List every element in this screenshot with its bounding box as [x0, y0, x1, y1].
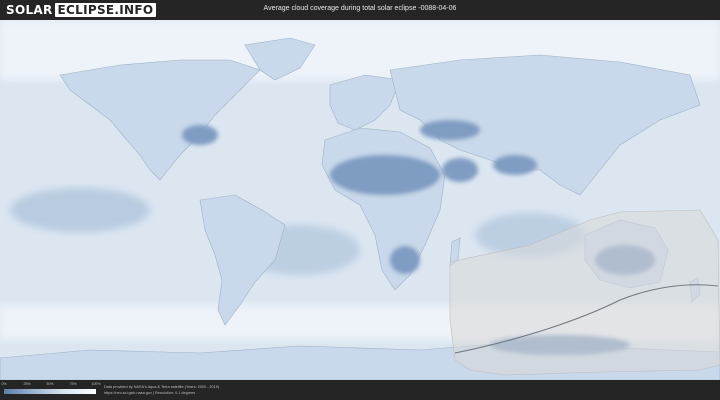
cloud-coverage-legend-bar: [4, 389, 96, 394]
north-america-clear-region: [182, 125, 218, 145]
legend-tick: 75%: [69, 382, 77, 386]
south-asia-clear-region: [493, 155, 537, 175]
legend-tick: 50%: [46, 382, 54, 386]
southern-africa-clear-region: [390, 246, 420, 274]
arabia-clear-region: [442, 158, 478, 182]
cloud-coverage-map: [0, 20, 720, 380]
legend-tick: 100%: [91, 382, 101, 386]
world-map-svg: [0, 20, 720, 380]
legend-tick: 25%: [23, 382, 31, 386]
clear-sky-patch: [10, 188, 150, 232]
data-source-link[interactable]: https://neo.sci.gsfc.nasa.gov | Resoluti…: [104, 391, 195, 395]
legend-tick: 0%: [1, 382, 7, 386]
data-credit-line: Data provided by NASA's Aqua & Terra sat…: [104, 385, 220, 389]
footer-bar: [0, 380, 720, 400]
page-title: Average cloud coverage during total sola…: [263, 5, 457, 12]
sahara-clear-region: [330, 155, 440, 195]
legend-tick-labels: 0% 25% 50% 75% 100%: [1, 382, 101, 388]
middle-east-clear-region: [420, 120, 480, 140]
